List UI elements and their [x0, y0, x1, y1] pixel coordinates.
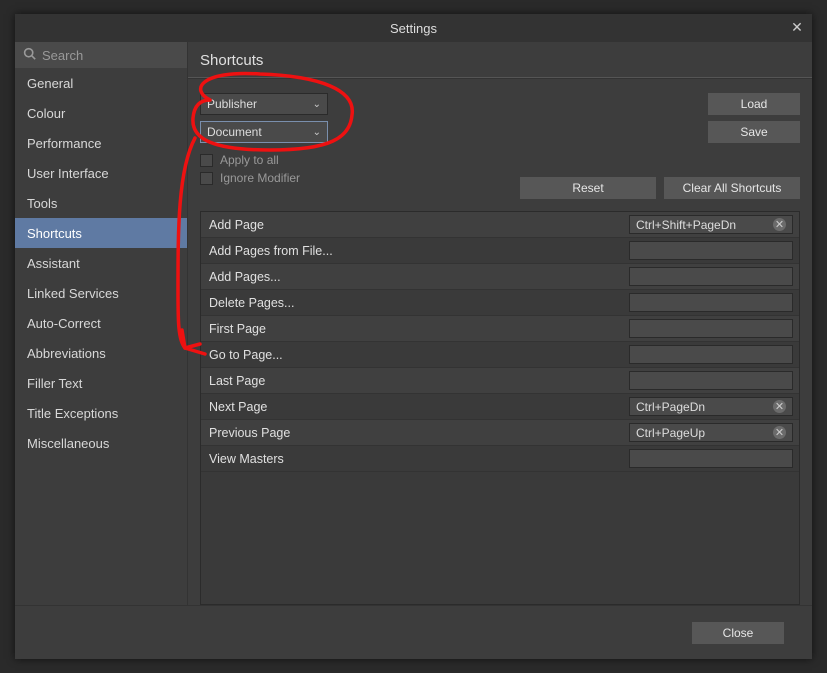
sidebar-item-label: Auto-Correct	[27, 316, 101, 331]
list-row[interactable]: View Masters	[201, 446, 799, 472]
sidebar-item-label: Abbreviations	[27, 346, 106, 361]
sidebar: General Colour Performance User Interface To…	[15, 42, 188, 605]
sidebar-item-linked-services[interactable]: Linked Services	[15, 278, 187, 308]
apply-all-label: Apply to all	[220, 153, 279, 167]
action-label: First Page	[209, 322, 621, 336]
sidebar-item-label: Assistant	[27, 256, 80, 271]
clear-shortcut-icon[interactable]: ✕	[773, 218, 786, 231]
profile-select-value: Publisher	[207, 97, 257, 111]
sidebar-item-assistant[interactable]: Assistant	[15, 248, 187, 278]
sidebar-item-auto-correct[interactable]: Auto-Correct	[15, 308, 187, 338]
search-wrap	[15, 42, 187, 68]
save-button[interactable]: Save	[708, 121, 800, 143]
sidebar-item-label: Colour	[27, 106, 65, 121]
action-label: Add Pages...	[209, 270, 621, 284]
apply-all-checkbox[interactable]: Apply to all	[200, 153, 800, 167]
sidebar-item-label: User Interface	[27, 166, 109, 181]
sidebar-item-label: General	[27, 76, 73, 91]
shortcut-input[interactable]: Ctrl+Shift+PageDn ✕	[629, 215, 793, 234]
load-button[interactable]: Load	[708, 93, 800, 115]
sidebar-item-label: Title Exceptions	[27, 406, 118, 421]
action-label: View Masters	[209, 452, 621, 466]
action-label: Delete Pages...	[209, 296, 621, 310]
sidebar-item-miscellaneous[interactable]: Miscellaneous	[15, 428, 187, 458]
window-title: Settings	[390, 21, 437, 36]
sidebar-item-filler-text[interactable]: Filler Text	[15, 368, 187, 398]
sidebar-item-colour[interactable]: Colour	[15, 98, 187, 128]
sidebar-item-label: Tools	[27, 196, 57, 211]
action-label: Go to Page...	[209, 348, 621, 362]
shortcut-input[interactable]	[629, 319, 793, 338]
checkbox-icon	[200, 154, 213, 167]
sidebar-item-general[interactable]: General	[15, 68, 187, 98]
reset-button[interactable]: Reset	[520, 177, 656, 199]
chevron-down-icon: ⌄	[313, 99, 321, 110]
sidebar-item-tools[interactable]: Tools	[15, 188, 187, 218]
shortcut-value: Ctrl+PageUp	[636, 426, 705, 440]
sidebar-item-label: Performance	[27, 136, 101, 151]
shortcut-input[interactable]: Ctrl+PageUp ✕	[629, 423, 793, 442]
main-panel: Shortcuts Publisher ⌄ Document ⌄	[188, 42, 812, 605]
shortcut-input[interactable]	[629, 449, 793, 468]
shortcut-input[interactable]: Ctrl+PageDn ✕	[629, 397, 793, 416]
sidebar-item-label: Linked Services	[27, 286, 119, 301]
close-icon[interactable]: ✕	[788, 18, 806, 36]
list-row[interactable]: First Page	[201, 316, 799, 342]
clear-all-button[interactable]: Clear All Shortcuts	[664, 177, 800, 199]
list-row[interactable]: Last Page	[201, 368, 799, 394]
sidebar-item-shortcuts[interactable]: Shortcuts	[15, 218, 187, 248]
list-row[interactable]: Previous Page Ctrl+PageUp ✕	[201, 420, 799, 446]
clear-shortcut-icon[interactable]: ✕	[773, 400, 786, 413]
action-label: Add Pages from File...	[209, 244, 621, 258]
action-label: Last Page	[209, 374, 621, 388]
list-row[interactable]: Add Pages...	[201, 264, 799, 290]
action-label: Next Page	[209, 400, 621, 414]
sidebar-item-title-exceptions[interactable]: Title Exceptions	[15, 398, 187, 428]
panel-title: Shortcuts	[188, 42, 812, 77]
action-label: Add Page	[209, 218, 621, 232]
list-row[interactable]: Delete Pages...	[201, 290, 799, 316]
list-row[interactable]: Go to Page...	[201, 342, 799, 368]
sidebar-item-label: Miscellaneous	[27, 436, 109, 451]
clear-shortcut-icon[interactable]: ✕	[773, 426, 786, 439]
chevron-down-icon: ⌄	[313, 127, 321, 138]
sidebar-item-label: Filler Text	[27, 376, 82, 391]
shortcut-value: Ctrl+Shift+PageDn	[636, 218, 736, 232]
search-icon	[23, 47, 36, 63]
sidebar-item-label: Shortcuts	[27, 226, 82, 241]
profile-select[interactable]: Publisher ⌄	[200, 93, 328, 115]
close-button[interactable]: Close	[692, 622, 784, 644]
sidebar-item-user-interface[interactable]: User Interface	[15, 158, 187, 188]
list-row[interactable]: Next Page Ctrl+PageDn ✕	[201, 394, 799, 420]
sidebar-item-performance[interactable]: Performance	[15, 128, 187, 158]
group-select-value: Document	[207, 125, 262, 139]
footer: Close	[15, 605, 812, 659]
shortcut-value: Ctrl+PageDn	[636, 400, 705, 414]
shortcut-input[interactable]	[629, 371, 793, 390]
sidebar-item-abbreviations[interactable]: Abbreviations	[15, 338, 187, 368]
group-select[interactable]: Document ⌄	[200, 121, 328, 143]
titlebar: Settings ✕	[15, 14, 812, 42]
list-row[interactable]: Add Pages from File...	[201, 238, 799, 264]
list-row[interactable]: Add Page Ctrl+Shift+PageDn ✕	[201, 212, 799, 238]
shortcut-input[interactable]	[629, 241, 793, 260]
shortcut-input[interactable]	[629, 293, 793, 312]
action-label: Previous Page	[209, 426, 621, 440]
shortcut-input[interactable]	[629, 267, 793, 286]
shortcut-list: Add Page Ctrl+Shift+PageDn ✕ Add Pages from…	[200, 211, 800, 605]
shortcut-input[interactable]	[629, 345, 793, 364]
